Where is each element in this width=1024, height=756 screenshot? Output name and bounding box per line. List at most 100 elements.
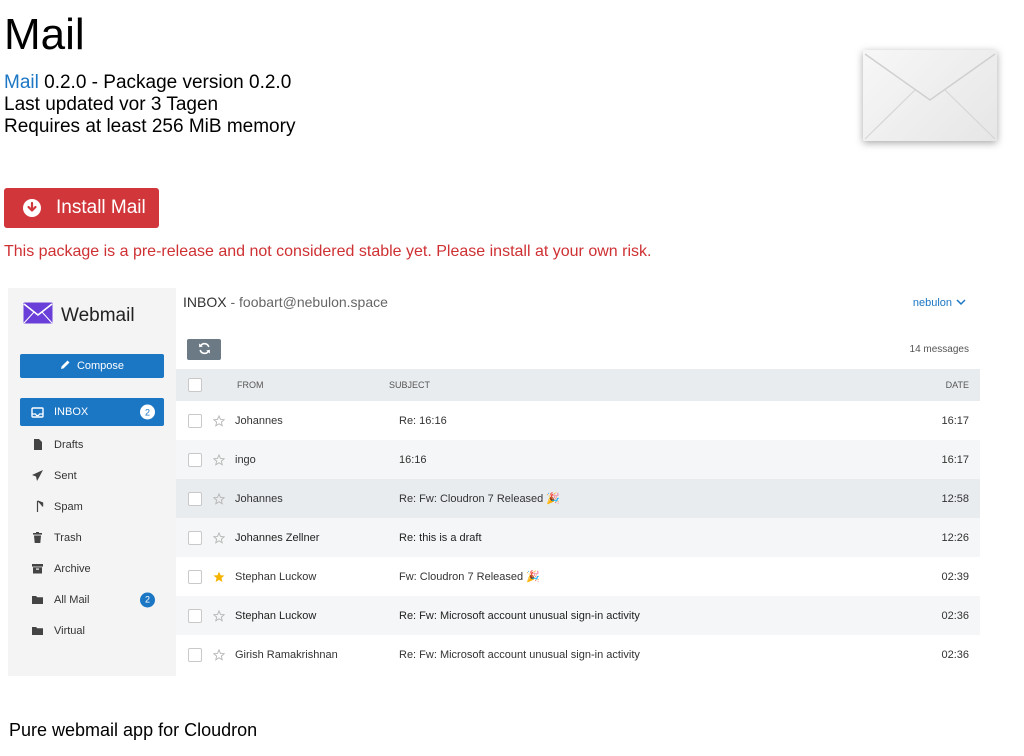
star-icon[interactable] [212, 531, 226, 544]
folder-icon [31, 593, 44, 606]
message-from: Johannes [235, 414, 283, 427]
message-row[interactable]: Girish Ramakrishnan Re: Fw: Microsoft acc… [176, 635, 980, 674]
app-meta: Mail 0.2.0 - Package version 0.2.0 Last … [4, 72, 295, 138]
mailbox-nav: INBOX 2 Drafts Sent Spam Trash Archive All Mail… [20, 398, 164, 646]
install-button[interactable]: Install Mail [4, 188, 159, 228]
message-date: 02:36 [941, 648, 969, 661]
trash-icon [31, 531, 44, 544]
sidebar-item-drafts[interactable]: Drafts [20, 429, 164, 460]
sidebar-item-label: All Mail [54, 593, 90, 606]
sidebar-item-label: Sent [54, 469, 77, 482]
shield-icon [31, 500, 44, 513]
install-button-label: Install Mail [56, 197, 146, 218]
message-subject: Re: Fw: Cloudron 7 Released 🎉 [399, 493, 561, 505]
envelope-icon [863, 50, 997, 141]
version-text: 0.2.0 - Package version 0.2.0 [38, 72, 292, 93]
message-checkbox[interactable] [188, 647, 202, 662]
message-subject: Fw: Cloudron 7 Released 🎉 [399, 571, 540, 583]
mailbox-header: INBOX - foobart@nebulon.space [183, 294, 388, 310]
prerelease-warning: This package is a pre-release and not co… [4, 243, 652, 260]
message-row[interactable]: Stephan Luckow Fw: Cloudron 7 Released 🎉 0… [176, 557, 980, 596]
refresh-icon [198, 342, 211, 358]
column-from: FROM [237, 380, 264, 390]
pencil-icon [60, 359, 71, 373]
message-checkbox[interactable] [188, 452, 202, 467]
user-menu[interactable]: nebulon [913, 297, 966, 309]
unread-badge: 2 [140, 404, 155, 420]
sidebar-item-virtual[interactable]: Virtual [20, 615, 164, 646]
message-from: Stephan Luckow [235, 570, 317, 583]
message-checkbox[interactable] [188, 569, 202, 584]
brand-name: Webmail [61, 304, 135, 326]
star-icon[interactable] [212, 648, 226, 661]
sidebar-item-all-mail[interactable]: All Mail 2 [20, 584, 164, 615]
message-table: FROM SUBJECT DATE Johannes Re: 16:16 16:17… [176, 369, 980, 674]
message-subject: Re: this is a draft [399, 531, 482, 544]
sidebar-item-label: Spam [54, 500, 83, 513]
message-subject: Re: Fw: Microsoft account unusual sign-i… [399, 648, 640, 661]
version-line: Mail 0.2.0 - Package version 0.2.0 [4, 72, 295, 94]
message-date: 16:17 [941, 453, 969, 466]
message-row[interactable]: Johannes Re: 16:16 16:17 [176, 401, 980, 440]
star-icon[interactable] [212, 453, 226, 466]
message-checkbox[interactable] [188, 530, 202, 545]
sidebar-item-inbox[interactable]: INBOX 2 [20, 398, 164, 426]
mailbox-name: INBOX [183, 294, 227, 310]
sidebar-item-label: Drafts [54, 438, 84, 451]
message-row[interactable]: ingo 16:16 16:17 [176, 440, 980, 479]
sidebar-item-archive[interactable]: Archive [20, 553, 164, 584]
app-description: Pure webmail app for Cloudron [9, 720, 258, 740]
user-name: nebulon [912, 297, 952, 309]
message-row[interactable]: Johannes Zellner Re: this is a draft 12:26 [176, 518, 980, 557]
message-from: Stephan Luckow [235, 609, 317, 622]
folder-icon [31, 624, 44, 637]
sidebar-item-spam[interactable]: Spam [20, 491, 164, 522]
message-checkbox[interactable] [188, 413, 202, 428]
message-from: Johannes [235, 492, 283, 505]
message-from: ingo [235, 453, 256, 466]
download-circle-icon [22, 198, 42, 218]
message-row[interactable]: Johannes Re: Fw: Cloudron 7 Released 🎉 12:… [176, 479, 980, 518]
sidebar-item-label: Trash [54, 531, 82, 544]
message-subject: 16:16 [399, 453, 427, 466]
mail-logo-icon [23, 302, 53, 329]
message-subject: Re: Fw: Microsoft account unusual sign-i… [399, 609, 640, 622]
star-icon[interactable] [212, 609, 226, 622]
star-icon[interactable] [213, 571, 225, 583]
compose-label: Compose [76, 360, 125, 372]
unread-badge: 2 [140, 592, 155, 607]
message-count: 14 messages [909, 344, 969, 355]
message-subject: Re: 16:16 [399, 414, 447, 427]
message-date: 12:26 [941, 531, 969, 544]
message-row[interactable]: Stephan Luckow Re: Fw: Microsoft account … [176, 596, 980, 635]
header-separator: - [226, 294, 240, 310]
file-icon [31, 438, 44, 451]
star-icon[interactable] [212, 414, 226, 427]
sidebar: Webmail Compose INBOX 2 Drafts Sent Spam Tras… [8, 288, 176, 676]
sidebar-item-label: Virtual [54, 624, 85, 637]
select-all-checkbox[interactable] [188, 378, 202, 392]
message-checkbox[interactable] [188, 491, 202, 506]
app-link[interactable]: Mail [4, 72, 39, 93]
sidebar-item-trash[interactable]: Trash [20, 522, 164, 553]
message-from: Girish Ramakrishnan [235, 648, 338, 661]
message-date: 02:39 [941, 570, 969, 583]
sidebar-item-sent[interactable]: Sent [20, 460, 164, 491]
paper-plane-icon [31, 469, 44, 482]
message-date: 12:58 [941, 492, 969, 505]
refresh-button[interactable] [187, 339, 221, 360]
memory-requirement: Requires at least 256 MiB memory [4, 116, 296, 137]
table-header: FROM SUBJECT DATE [176, 369, 980, 401]
message-from: Johannes Zellner [235, 531, 320, 544]
message-checkbox[interactable] [188, 608, 202, 623]
star-icon[interactable] [212, 492, 226, 505]
column-subject: SUBJECT [389, 380, 431, 390]
chevron-down-icon [956, 297, 966, 309]
compose-button[interactable]: Compose [20, 354, 164, 378]
mailbox-address: foobart@nebulon.space [239, 294, 388, 310]
brand: Webmail [23, 302, 135, 329]
message-rows: Johannes Re: 16:16 16:17 ingo 16:16 16:17 Joha… [176, 401, 980, 674]
inbox-icon [31, 406, 44, 419]
page-title: Mail [4, 10, 85, 59]
message-list-pane: INBOX - foobart@nebulon.space nebulon 14… [176, 288, 980, 676]
